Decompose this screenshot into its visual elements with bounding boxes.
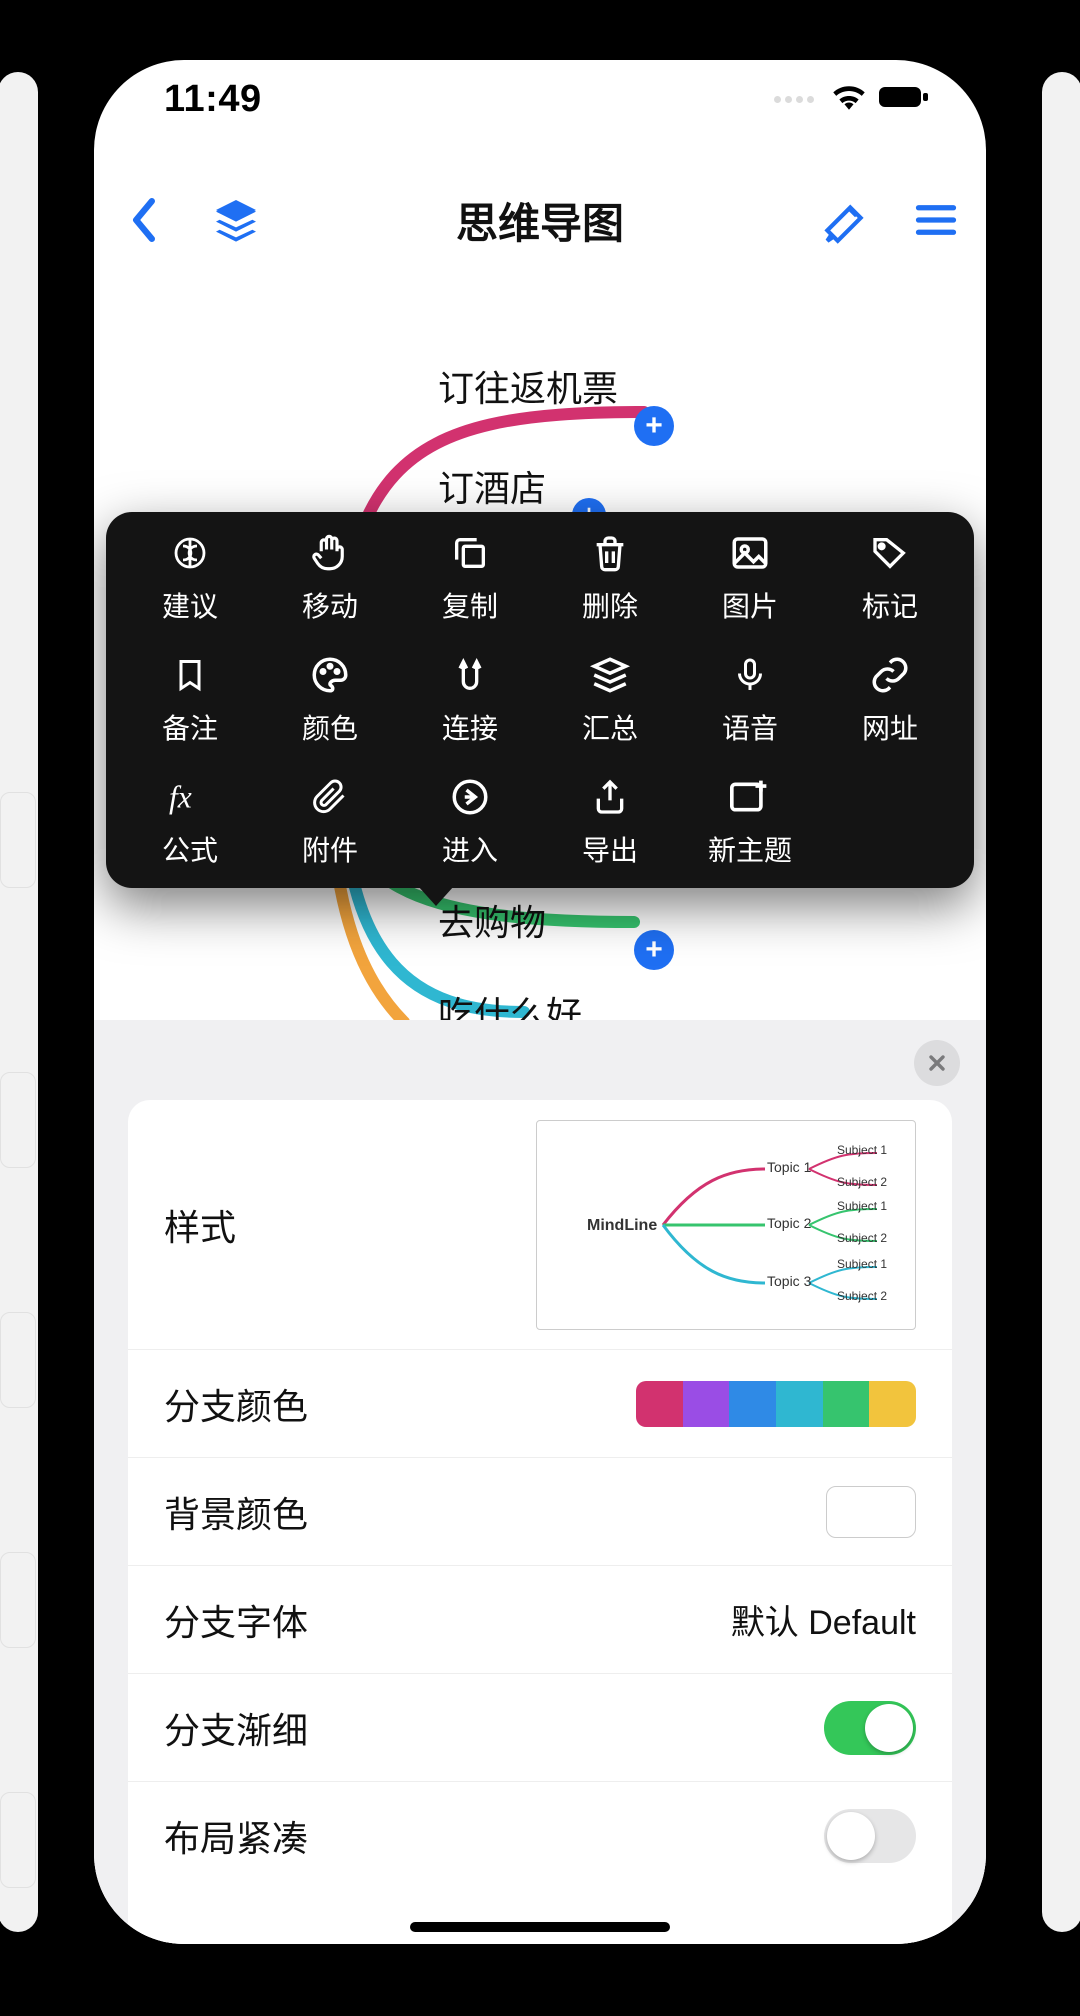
top-nav: 思维导图 bbox=[94, 178, 986, 262]
share-export-icon bbox=[588, 775, 632, 819]
ai-knot-icon bbox=[168, 531, 212, 575]
stack-icon bbox=[588, 653, 632, 697]
font-value: 默认 Default bbox=[731, 1595, 916, 1644]
status-icons bbox=[774, 84, 930, 115]
row-style[interactable]: 样式 MindLine Topic 1 To bbox=[128, 1100, 952, 1350]
ctx-color[interactable]: 颜色 bbox=[260, 650, 400, 750]
signal-dots-icon bbox=[774, 96, 814, 103]
status-bar: 11:49 bbox=[94, 60, 986, 138]
mic-icon bbox=[728, 653, 772, 697]
page-title: 思维导图 bbox=[456, 190, 624, 251]
ctx-note[interactable]: 备注 bbox=[120, 650, 260, 750]
paint-brush-button[interactable] bbox=[816, 192, 872, 248]
paperclip-icon bbox=[308, 775, 352, 819]
row-label: 样式 bbox=[164, 1199, 236, 1251]
ctx-mark[interactable]: 标记 bbox=[820, 528, 960, 628]
ctx-connect[interactable]: 连接 bbox=[400, 650, 540, 750]
svg-text:fx: fx bbox=[169, 780, 192, 815]
row-label: 背景颜色 bbox=[164, 1486, 308, 1538]
bookmark-icon bbox=[168, 653, 212, 697]
ctx-suggest[interactable]: 建议 bbox=[120, 528, 260, 628]
swatch[interactable] bbox=[683, 1381, 730, 1427]
new-topic-icon bbox=[728, 775, 772, 819]
mindmap-node[interactable]: 订往返机票 bbox=[438, 360, 618, 412]
ctx-voice[interactable]: 语音 bbox=[680, 650, 820, 750]
link-icon bbox=[868, 653, 912, 697]
ctx-copy[interactable]: 复制 bbox=[400, 528, 540, 628]
ctx-attach[interactable]: 附件 bbox=[260, 772, 400, 872]
style-card: 样式 MindLine Topic 1 To bbox=[128, 1100, 952, 1944]
layers-button[interactable] bbox=[208, 192, 264, 248]
status-time: 11:49 bbox=[164, 78, 262, 121]
ctx-newtopic[interactable]: 新主题 bbox=[680, 772, 820, 872]
ctx-summary[interactable]: 汇总 bbox=[540, 650, 680, 750]
row-branch-color[interactable]: 分支颜色 bbox=[128, 1350, 952, 1458]
picture-icon bbox=[728, 531, 772, 575]
bg-color-swatch[interactable] bbox=[826, 1486, 916, 1538]
row-branch-taper: 分支渐细 bbox=[128, 1674, 952, 1782]
arrow-circle-right-icon bbox=[448, 775, 492, 819]
mindmap-node[interactable]: 订酒店 bbox=[438, 460, 546, 512]
swatch[interactable] bbox=[729, 1381, 776, 1427]
swatch[interactable] bbox=[776, 1381, 823, 1427]
menu-button[interactable] bbox=[908, 192, 964, 248]
row-label: 分支颜色 bbox=[164, 1378, 308, 1430]
tight-toggle[interactable] bbox=[824, 1809, 916, 1863]
wifi-icon bbox=[832, 84, 866, 115]
home-indicator[interactable] bbox=[410, 1922, 670, 1932]
ctx-image[interactable]: 图片 bbox=[680, 528, 820, 628]
add-child-button[interactable]: + bbox=[634, 930, 674, 970]
phone-frame: 11:49 思维导图 bbox=[94, 60, 986, 1944]
battery-icon bbox=[878, 85, 930, 114]
ctx-enter[interactable]: 进入 bbox=[400, 772, 540, 872]
row-branch-font[interactable]: 分支字体 默认 Default bbox=[128, 1566, 952, 1674]
swatch[interactable] bbox=[636, 1381, 683, 1427]
close-button[interactable] bbox=[914, 1040, 960, 1086]
swatch[interactable] bbox=[869, 1381, 916, 1427]
ctx-formula[interactable]: fx 公式 bbox=[120, 772, 260, 872]
row-label: 分支渐细 bbox=[164, 1702, 308, 1754]
swatch[interactable] bbox=[823, 1381, 870, 1427]
palette-icon bbox=[308, 653, 352, 697]
ctx-move[interactable]: 移动 bbox=[260, 528, 400, 628]
ctx-url[interactable]: 网址 bbox=[820, 650, 960, 750]
row-bg-color[interactable]: 背景颜色 bbox=[128, 1458, 952, 1566]
add-child-button[interactable]: + bbox=[634, 406, 674, 446]
ctx-export[interactable]: 导出 bbox=[540, 772, 680, 872]
mindmap-node[interactable]: 去购物 bbox=[438, 894, 546, 946]
tag-icon bbox=[868, 531, 912, 575]
context-menu: 建议 移动 复制 删除 图片 标记 bbox=[106, 512, 974, 888]
row-layout-tight: 布局紧凑 bbox=[128, 1782, 952, 1890]
style-sheet: 样式 MindLine Topic 1 To bbox=[94, 1020, 986, 1944]
row-label: 布局紧凑 bbox=[164, 1810, 308, 1862]
back-button[interactable] bbox=[116, 192, 172, 248]
trash-icon bbox=[588, 531, 632, 575]
row-label: 分支字体 bbox=[164, 1594, 308, 1646]
taper-toggle[interactable] bbox=[824, 1701, 916, 1755]
style-preview: MindLine Topic 1 Topic 2 Topic 3 Subject… bbox=[536, 1120, 916, 1330]
hand-icon bbox=[308, 531, 352, 575]
connect-icon bbox=[448, 653, 492, 697]
fx-icon: fx bbox=[168, 775, 212, 819]
copy-icon bbox=[448, 531, 492, 575]
ctx-delete[interactable]: 删除 bbox=[540, 528, 680, 628]
branch-color-swatches[interactable] bbox=[636, 1381, 916, 1427]
